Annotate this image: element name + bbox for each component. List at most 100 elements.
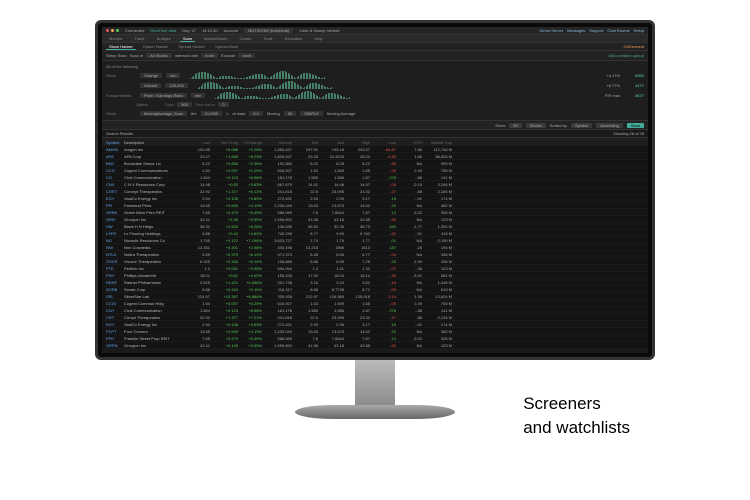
stock-min-input[interactable]: min xyxy=(166,73,180,78)
subtab[interactable]: Spread Hacker xyxy=(175,44,208,49)
table-row[interactable]: CCOI Cogent Commun Hldg 1.54 +0.097 +6.2… xyxy=(102,300,648,307)
topbar-link[interactable]: Setup xyxy=(634,28,644,33)
table-row[interactable]: LXFR Lx Flooring Holdings 8.88 +0.42 +4.… xyxy=(102,230,648,237)
menu-monitor[interactable]: Monitor xyxy=(106,36,125,41)
table-row[interactable]: GRN Groupon Inc 42.11 +1.45 +3.35% 1,959… xyxy=(102,216,648,223)
menu-tools[interactable]: Tools xyxy=(260,36,275,41)
intersect-select[interactable]: none xyxy=(201,53,218,58)
col-header[interactable]: Description xyxy=(124,140,182,145)
subtab[interactable]: Spread Book xyxy=(212,44,241,49)
study-val1-input[interactable]: 5.0 xyxy=(249,111,263,116)
topbar-link[interactable]: Demo Server xyxy=(540,28,564,33)
table-row[interactable]: NNI Nnn Cosmedia 13.331 +0.201 +2.56% 43… xyxy=(102,244,648,251)
col-header[interactable]: Net Chng xyxy=(210,140,238,145)
volume-min-input[interactable]: 100,000 xyxy=(165,83,187,88)
table-row[interactable]: NTLA Nuttra Therapeutics 6.59 +0.379 +6.… xyxy=(102,251,648,258)
symbol-cell: NG xyxy=(106,238,124,243)
study-select[interactable]: MovingAverage_Scan xyxy=(140,111,187,116)
table-row[interactable]: SORB Sonab Corp 8.88 +0.344 +2.16% 116,3… xyxy=(102,286,648,293)
col-header[interactable]: High xyxy=(344,140,370,145)
symbol-cell: SORB xyxy=(106,287,124,292)
desc-cell: Nnn Cosmedia xyxy=(124,245,182,250)
col-header[interactable]: EPS xyxy=(396,140,422,145)
sort-dir-select[interactable]: Ascending xyxy=(596,123,623,128)
study-type-select[interactable]: SIMPLE xyxy=(300,111,323,116)
col-header[interactable]: Bid xyxy=(292,140,318,145)
table-row[interactable]: HW Black H N Hldgs 36.32 +2.826 +8.28% 1… xyxy=(102,223,648,230)
close-icon[interactable] xyxy=(106,29,109,32)
funda-max-label: P/E max xyxy=(605,93,620,98)
exclude-select[interactable]: none xyxy=(238,53,255,58)
study-val2-input[interactable]: 50 xyxy=(284,111,296,116)
table-row[interactable]: PTE Perithio Inc 1.3 +0.051 +3.36% 694,9… xyxy=(102,265,648,272)
subtab[interactable]: Stock Hacker xyxy=(106,44,136,50)
subtab[interactable]: Option Hacker xyxy=(140,44,172,49)
col-header[interactable]: Low xyxy=(370,140,396,145)
table-row[interactable]: EGY VaalCo Energy Inc 2.94 +0.108 +3.63%… xyxy=(102,321,648,328)
col-header[interactable]: %Change xyxy=(238,140,262,145)
monitor-stand-neck xyxy=(355,360,395,410)
table-row[interactable]: CIVI Civis Communication 1.844 +0.123 +8… xyxy=(102,307,648,314)
table-row[interactable]: PVH Phillips-Vanderbilt 18.01 +0.61 +4.0… xyxy=(102,272,648,279)
col-header[interactable]: Ask xyxy=(318,140,344,145)
table-row[interactable]: CRT Corcpt Therapeutics 22.92 +1.377 +7.… xyxy=(102,314,648,321)
table-row[interactable]: SSL SilverStar Lab 124.57 +10.387 +8.886… xyxy=(102,293,648,300)
col-header[interactable]: Market Cap xyxy=(422,140,452,145)
maximize-icon[interactable] xyxy=(116,29,119,32)
table-row[interactable]: APA APA Corp 23.27 +1.845 +8.23% 1,805,9… xyxy=(102,153,648,160)
desc-cell: Groupon Inc xyxy=(124,217,182,222)
show-count-input[interactable]: 50 xyxy=(509,123,521,128)
table-row[interactable]: CG Civis Communication 1.844 +0.123 +8.5… xyxy=(102,174,648,181)
timeframe-select[interactable]: D xyxy=(218,102,229,107)
topbar-link[interactable]: Messages xyxy=(567,28,585,33)
menu-trade[interactable]: Trade xyxy=(131,36,147,41)
table-row[interactable]: OSCR Oscure Therapeutics 6.925 +0.345 +5… xyxy=(102,258,648,265)
funda-min-input[interactable]: min xyxy=(191,93,205,98)
funda-metric-select[interactable]: Price / Earnings Ratio xyxy=(140,93,187,98)
desc-cell: VaalCo Energy Inc xyxy=(124,196,182,201)
topbar-link[interactable]: Support xyxy=(589,28,603,33)
table-row[interactable]: RDNT Radnet Philharmonic 3.525 +1.421 +4… xyxy=(102,279,648,286)
topbar-link[interactable]: Chat Rooms xyxy=(607,28,629,33)
minimize-icon[interactable] xyxy=(111,29,114,32)
symbol-cell: NTLA xyxy=(106,252,124,257)
menu-help[interactable]: Help xyxy=(311,36,325,41)
window-controls[interactable] xyxy=(106,29,119,32)
table-row[interactable]: FPI Farmland Ptnrs 13.65 +0.549 +4.19% 1… xyxy=(102,202,648,209)
table-row[interactable]: FPO Franklin Street Prop REIT 7.65 +0.37… xyxy=(102,335,648,342)
menu-charts[interactable]: Charts xyxy=(236,36,254,41)
study-close-select[interactable]: CLOSE xyxy=(201,111,223,116)
scan-in-label: Scan in xyxy=(130,53,143,58)
table-row[interactable]: GRBK Green Brick Prtnr REIT 7.65 +0.379 … xyxy=(102,209,648,216)
table-row[interactable]: CCO Cogent Communications 1.54 +0.097 +1… xyxy=(102,167,648,174)
col-header[interactable]: Symbol xyxy=(106,140,124,145)
table-row[interactable]: CNX C N X Resources Corp 14.46 +0.53 +3.… xyxy=(102,181,648,188)
volume-filter-row: Volume 100,000 +8.77% 4177 xyxy=(106,80,644,90)
menu-education[interactable]: Education xyxy=(282,36,306,41)
table-row[interactable]: AMGN Amgen Inc 192.85 +6.086 +3.26% 1,86… xyxy=(102,146,648,153)
scan-button[interactable]: Scan xyxy=(627,123,644,128)
stock-metric-select[interactable]: Change xyxy=(140,73,162,78)
days-input[interactable]: 365 xyxy=(177,102,192,107)
stock-count-2: 4177 xyxy=(624,83,644,88)
volume-metric-select[interactable]: Volume xyxy=(140,83,161,88)
table-row[interactable]: CORT Corcept Therapeutics 22.92 +1.377 +… xyxy=(102,188,648,195)
account-selector[interactable]: MUTSCHM (Individual) xyxy=(244,28,293,33)
table-row[interactable]: FCPT Four Corners 13.65 +0.549 +4.19% 1,… xyxy=(102,328,648,335)
menu-analyze[interactable]: Analyze xyxy=(154,36,174,41)
add-condition-button[interactable]: Add condition group xyxy=(608,53,644,58)
table-row[interactable]: NG Novadix Resources Co 1.745 +0.122 +7.… xyxy=(102,237,648,244)
menu-scan[interactable]: Scan xyxy=(180,36,195,42)
ondemand-toggle[interactable]: OnDemand xyxy=(624,44,644,49)
table-row[interactable]: BKD Brookdale Senior Liv 6.22 +0.836 +2.… xyxy=(102,160,648,167)
col-header[interactable]: Volume xyxy=(262,140,292,145)
result-type-select[interactable]: Stocks xyxy=(526,123,546,128)
menu-marketwatch[interactable]: MarketWatch xyxy=(201,36,230,41)
sort-column-select[interactable]: Symbol xyxy=(571,123,592,128)
time-label: 14:12:30 xyxy=(202,28,218,33)
col-header[interactable]: Last xyxy=(182,140,210,145)
table-row[interactable]: EGY VaalCo Energy Inc 2.94 +0.108 +3.83%… xyxy=(102,195,648,202)
table-row[interactable]: GRPN Groupon Inc 42.11 +0.145 +3.35% 1,9… xyxy=(102,342,648,349)
results-table: AMGN Amgen Inc 192.85 +6.086 +3.26% 1,86… xyxy=(102,146,648,349)
scan-universe-select[interactable]: All Stocks xyxy=(146,53,172,58)
